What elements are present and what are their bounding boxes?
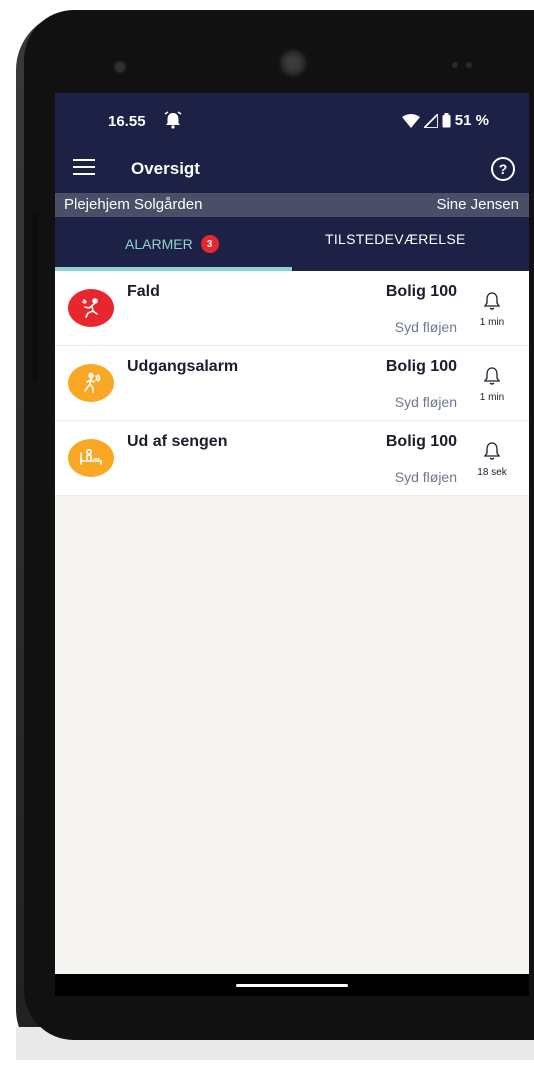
tab-tilstedevaerelse[interactable]: TILSTEDEVÆRELSE [292,217,529,271]
help-icon[interactable]: ? [491,157,515,181]
signal-icon [423,113,438,128]
battery-icon [442,113,451,128]
alarm-wing: Syd fløjen [394,394,457,410]
bell-icon [483,442,501,460]
alarm-room: Bolig 100 [385,283,457,300]
alarm-room: Bolig 100 [385,433,457,450]
user-name: Sine Jensen [436,196,519,213]
status-indicators: 51 % [401,112,489,129]
hamburger-menu-icon[interactable] [73,159,95,177]
system-nav-bar [55,974,529,996]
alarm-elapsed: 18 sek [477,467,507,478]
status-time: 16.55 [108,113,146,130]
walking-person-icon [68,364,114,402]
alarm-elapsed: 1 min [479,392,505,403]
status-bar: 16.55 51 % [55,93,529,147]
app-bar: Oversigt ? [55,147,529,193]
tab-tilstedevaerelse-label: TILSTEDEVÆRELSE [325,231,466,247]
page-bottom-edge [0,1060,534,1067]
alarm-list: Fald Bolig 100 Syd fløjen 1 min Udgangsa… [55,271,529,496]
phone-camera [280,50,306,76]
bell-icon [483,367,501,385]
phone-sensor [115,62,125,72]
tab-bar: ALARMER 3 TILSTEDEVÆRELSE [55,217,529,271]
phone-side-button [32,212,38,382]
alarm-title: Fald [127,283,160,300]
tab-alarmer-label: ALARMER [125,236,193,252]
wifi-icon [401,113,420,128]
alarm-count-badge: 3 [200,235,219,253]
alarm-row-ud-af-sengen[interactable]: Ud af sengen Bolig 100 Syd fløjen 18 sek [55,421,529,496]
alarm-wing: Syd fløjen [394,319,457,335]
location-bar: Plejehjem Solgården Sine Jensen [55,193,529,217]
fall-person-icon [68,289,114,327]
alarm-title: Udgangsalarm [127,358,239,375]
alarm-room: Bolig 100 [385,358,457,375]
bed-exit-icon [68,439,114,477]
phone-speaker-grille [452,62,482,68]
alarm-elapsed: 1 min [479,317,505,328]
alarm-wing: Syd fløjen [394,469,457,485]
home-gesture-handle[interactable] [236,984,348,987]
alarm-title: Ud af sengen [127,433,228,450]
tab-alarmer[interactable]: ALARMER 3 [55,217,292,271]
app-screen: 16.55 51 % Oversigt ? Plejehjem Solgårde… [55,93,529,995]
facility-name: Plejehjem Solgården [64,196,203,213]
page-title: Oversigt [131,159,200,178]
battery-percent: 51 % [454,112,489,129]
bell-icon [483,292,501,310]
alarm-row-udgangsalarm[interactable]: Udgangsalarm Bolig 100 Syd fløjen 1 min [55,346,529,421]
alarm-row-fald[interactable]: Fald Bolig 100 Syd fløjen 1 min [55,271,529,346]
alarm-clock-icon [163,110,183,130]
